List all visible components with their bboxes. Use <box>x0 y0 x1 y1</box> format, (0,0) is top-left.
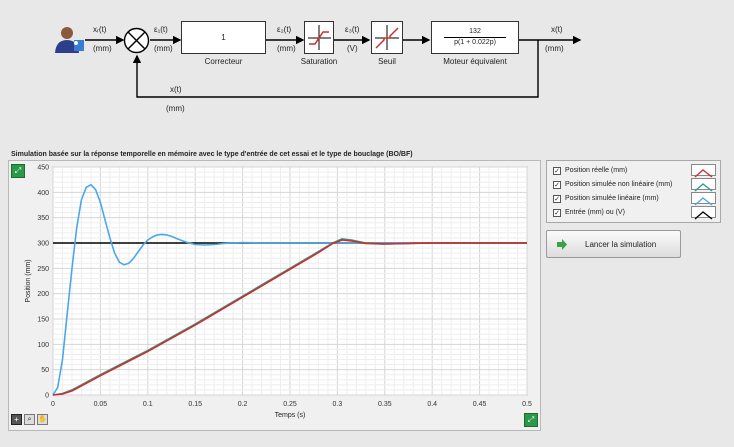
y-tick-label: 250 <box>37 266 49 273</box>
label-e2: ε₂(t) <box>277 25 292 34</box>
plot-legend: ✓ Position réelle (mm) ✓ Position simulé… <box>546 160 721 223</box>
y-tick-label: 350 <box>37 215 49 222</box>
swatch-input[interactable] <box>691 206 716 220</box>
run-simulation-button[interactable]: Lancer la simulation <box>546 230 681 258</box>
corrector-block[interactable]: 1 <box>181 21 266 54</box>
motor-block[interactable]: 132 p(1 + 0.022p) <box>431 21 519 54</box>
legend-item-nonlinear[interactable]: ✓ Position simulée non linéaire (mm) <box>553 178 672 191</box>
y-tick-label: 0 <box>45 393 49 400</box>
fraction-bar <box>444 37 506 38</box>
y-axis-label: Position (mm) <box>25 259 32 302</box>
seuil-icon <box>375 25 399 50</box>
y-tick-label: 100 <box>37 342 49 349</box>
corrector-value: 1 <box>221 33 226 42</box>
y-tick-label: 400 <box>37 190 49 197</box>
run-simulation-label: Lancer la simulation <box>585 240 657 249</box>
saturation-icon <box>308 25 331 50</box>
zoom-fit-x-icon[interactable]: ⤢ <box>524 413 538 427</box>
y-tick-label: 450 <box>37 165 49 172</box>
x-tick-label: 0.1 <box>143 401 153 408</box>
label-e3-unit: (V) <box>347 44 358 53</box>
y-tick-label: 50 <box>41 367 49 374</box>
checkbox-real[interactable]: ✓ <box>553 166 561 175</box>
x-tick-label: 0.15 <box>188 401 202 408</box>
label-x-out-unit: (mm) <box>545 44 564 53</box>
cursor-tool-icon[interactable]: + <box>11 414 22 425</box>
summing-junction <box>123 27 150 54</box>
checkbox-input[interactable]: ✓ <box>553 208 561 217</box>
checkbox-linear[interactable]: ✓ <box>553 194 561 203</box>
legend-label-nonlinear: Position simulée non linéaire (mm) <box>565 181 673 188</box>
graph-palette: + ⌕ ✋ <box>11 414 51 427</box>
label-e2-unit: (mm) <box>277 44 296 53</box>
x-tick-label: 0.5 <box>522 401 532 408</box>
label-feedback: x(t) <box>170 85 182 94</box>
label-x-ref-unit: (mm) <box>93 44 112 53</box>
label-e3: ε₃(t) <box>345 25 360 34</box>
zoom-fit-icon[interactable]: ⤢ <box>11 164 25 178</box>
y-tick-label: 150 <box>37 317 49 324</box>
label-e1-unit: (mm) <box>154 44 173 53</box>
y-tick-label: 300 <box>37 241 49 248</box>
user-icon[interactable] <box>52 25 86 53</box>
x-tick-label: 0.4 <box>427 401 437 408</box>
x-axis-label: Temps (s) <box>275 412 306 419</box>
play-arrow-icon <box>557 239 567 250</box>
legend-item-real[interactable]: ✓ Position réelle (mm) <box>553 164 627 177</box>
label-feedback-unit: (mm) <box>166 104 185 113</box>
label-e1: ε₁(t) <box>154 25 168 34</box>
seuil-block[interactable] <box>371 21 403 54</box>
diagram-wires <box>85 35 582 98</box>
x-tick-label: 0.05 <box>94 401 108 408</box>
simulation-title: Simulation basée sur la réponse temporel… <box>11 151 413 158</box>
y-tick-label: 200 <box>37 291 49 298</box>
legend-label-real: Position réelle (mm) <box>565 167 628 174</box>
pan-tool-icon[interactable]: ✋ <box>37 414 48 425</box>
swatch-real[interactable] <box>691 164 716 178</box>
x-tick-label: 0.2 <box>238 401 248 408</box>
swatch-nonlinear[interactable] <box>691 178 716 192</box>
chart-panel: 0 0.05 0.1 0.15 0.2 0.25 0.3 0.35 0.4 0.45 0.5 0 50 1… <box>8 160 541 431</box>
corrector-caption: Correcteur <box>204 57 243 66</box>
x-tick-label: 0.45 <box>473 401 487 408</box>
x-tick-label: 0.3 <box>333 401 343 408</box>
x-tick-label: 0 <box>51 401 55 408</box>
motor-denominator: p(1 + 0.022p) <box>454 39 496 46</box>
legend-item-input[interactable]: ✓ Entrée (mm) ou (V) <box>553 206 625 219</box>
x-tick-label: 0.35 <box>378 401 392 408</box>
motor-numerator: 132 <box>469 28 481 35</box>
seuil-caption: Seuil <box>378 57 396 66</box>
motor-caption: Moteur équivalent <box>443 57 507 66</box>
saturation-block[interactable] <box>304 21 334 54</box>
saturation-caption: Saturation <box>300 57 338 66</box>
checkbox-nonlinear[interactable]: ✓ <box>553 180 561 189</box>
x-tick-label: 0.25 <box>283 401 297 408</box>
legend-label-linear: Position simulée linéaire (mm) <box>565 195 659 202</box>
label-x-ref: xᵣ(t) <box>93 25 107 34</box>
legend-item-linear[interactable]: ✓ Position simulée linéaire (mm) <box>553 192 659 205</box>
zoom-tool-icon[interactable]: ⌕ <box>24 414 35 425</box>
legend-label-input: Entrée (mm) ou (V) <box>565 209 625 216</box>
label-x-out: x(t) <box>551 25 563 34</box>
position-chart[interactable]: 0 0.05 0.1 0.15 0.2 0.25 0.3 0.35 0.4 0.45 0.5 0 50 1… <box>9 161 540 430</box>
swatch-linear[interactable] <box>691 192 716 206</box>
